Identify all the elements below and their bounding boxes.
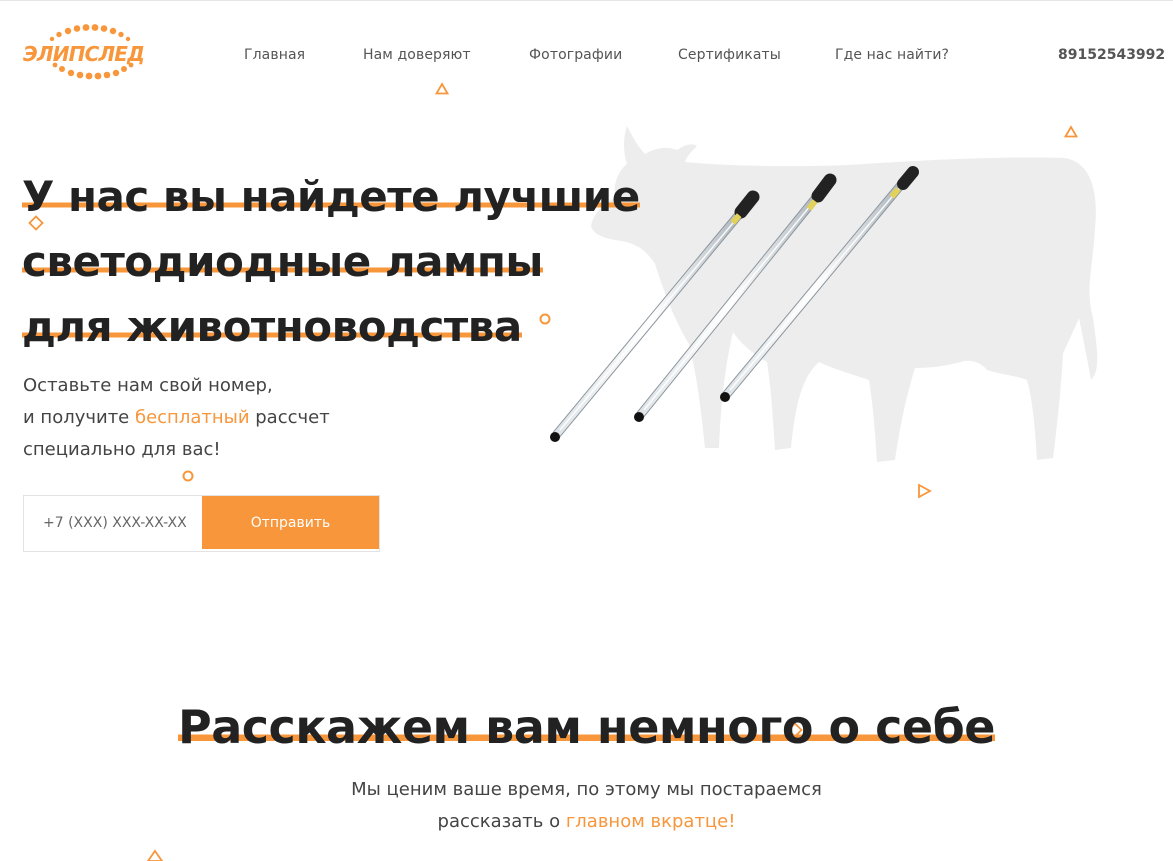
submit-button[interactable]: Отправить <box>202 496 379 549</box>
triangle-outline-icon <box>918 483 932 499</box>
about-subtitle-line-2: рассказать о главном вкратце! <box>437 811 736 832</box>
hero-subtitle: Оставьте нам свой номер, и получите бесп… <box>23 370 330 466</box>
hero-title: У нас вы найдете лучшие светодиодные лам… <box>22 164 640 359</box>
phone-input[interactable] <box>24 496 202 549</box>
about-subtitle: Мы ценим ваше время, по этому мы постара… <box>0 774 1173 838</box>
nav-item-location[interactable]: Где нас найти? <box>835 47 949 63</box>
diamond-outline-icon <box>28 215 44 231</box>
brief-accent-text: главном вкратце! <box>565 811 736 832</box>
hero-title-line-2: светодиодные лампы <box>22 237 543 286</box>
nav-item-trust[interactable]: Нам доверяют <box>363 47 471 63</box>
callback-form: Отправить <box>23 495 380 552</box>
free-accent-text: бесплатный <box>134 407 250 428</box>
hero-subtitle-line-1: Оставьте нам свой номер, <box>23 375 273 396</box>
hero-subtitle-line-3: специально для вас! <box>23 439 221 460</box>
cow-silhouette <box>591 126 1098 462</box>
hero-subtitle-line-2: и получите бесплатный рассчет <box>23 407 330 428</box>
about-subtitle-line-1: Мы ценим ваше время, по этому мы постара… <box>351 779 822 800</box>
about-title: Расскажем вам немного о себе <box>178 700 995 754</box>
header-phone[interactable]: 89152543992 <box>1058 47 1165 63</box>
diamond-outline-icon <box>146 849 164 861</box>
main-nav: Главная Нам доверяют Фотографии Сертифик… <box>0 47 1173 67</box>
triangle-outline-icon <box>435 82 449 95</box>
circle-outline-icon <box>539 313 551 325</box>
top-border <box>0 0 1173 1</box>
nav-item-certificates[interactable]: Сертификаты <box>678 47 781 63</box>
triangle-outline-icon <box>1064 125 1078 138</box>
hero-title-line-1: У нас вы найдете лучшие <box>22 172 640 221</box>
nav-item-home[interactable]: Главная <box>244 47 305 63</box>
nav-item-photos[interactable]: Фотографии <box>529 47 622 63</box>
circle-outline-icon <box>182 470 194 482</box>
hero-title-line-3: для животноводства <box>22 302 522 351</box>
